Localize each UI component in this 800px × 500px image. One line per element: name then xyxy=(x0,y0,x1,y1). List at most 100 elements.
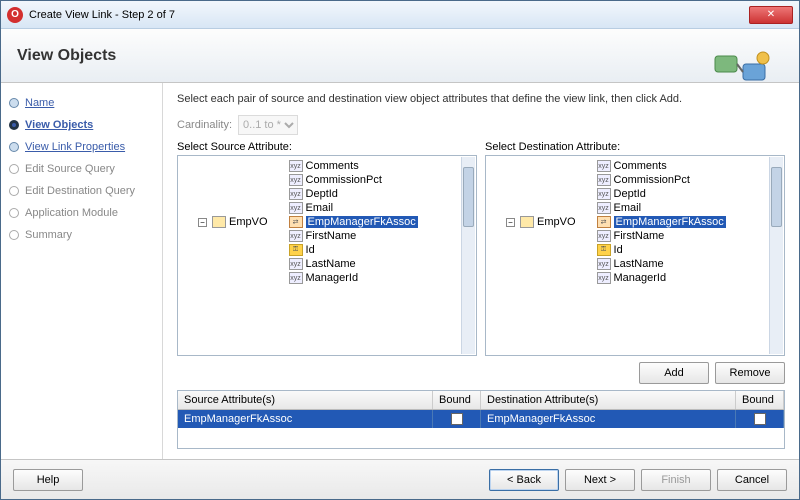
cell-bound-src[interactable] xyxy=(433,410,481,428)
view-object-icon xyxy=(520,216,534,228)
collapse-icon[interactable]: − xyxy=(198,218,207,227)
step-label: Edit Destination Query xyxy=(25,185,135,197)
step-label: Application Module xyxy=(25,207,118,219)
step-dot-icon xyxy=(9,230,19,240)
attribute-icon: xyz xyxy=(289,272,303,284)
cell-dst: EmpManagerFkAssoc xyxy=(481,410,736,428)
cardinality-label: Cardinality: xyxy=(177,119,232,131)
back-button[interactable]: < Back xyxy=(489,469,559,491)
tree-node[interactable]: ⚿Id xyxy=(289,243,418,257)
instructions-text: Select each pair of source and destinati… xyxy=(177,93,785,105)
attribute-icon: xyz xyxy=(597,202,611,214)
tree-node[interactable]: xyzDeptId xyxy=(597,187,726,201)
dest-tree-label: Select Destination Attribute: xyxy=(485,141,785,153)
dest-tree-pane: Select Destination Attribute: −EmpVOxyzC… xyxy=(485,141,785,356)
window-title: Create View Link - Step 2 of 7 xyxy=(29,9,749,21)
step-dot-icon xyxy=(9,208,19,218)
wizard-step-edit-source-query: Edit Source Query xyxy=(7,159,156,179)
table-row[interactable]: EmpManagerFkAssoc EmpManagerFkAssoc xyxy=(178,410,784,428)
attribute-icon: xyz xyxy=(597,272,611,284)
tree-node[interactable]: xyzCommissionPct xyxy=(289,173,418,187)
wizard-main: Select each pair of source and destinati… xyxy=(163,83,799,459)
attribute-icon: xyz xyxy=(289,230,303,242)
wizard-step-application-module: Application Module xyxy=(7,203,156,223)
titlebar[interactable]: O Create View Link - Step 2 of 7 ✕ xyxy=(1,1,799,29)
tree-node-root[interactable]: −EmpVOxyzCommentsxyzCommissionPctxyzDept… xyxy=(506,158,782,286)
cardinality-row: Cardinality: 0..1 to * xyxy=(177,115,785,135)
tree-node[interactable]: xyzLastName xyxy=(597,257,726,271)
step-label: View Link Properties xyxy=(25,141,125,153)
tree-node-root[interactable]: −EmpVOxyzCommentsxyzCommissionPctxyzDept… xyxy=(198,158,474,286)
wizard-step-view-objects[interactable]: View Objects xyxy=(7,115,156,135)
cell-bound-dst[interactable] xyxy=(736,410,784,428)
col-source: Source Attribute(s) xyxy=(178,391,433,409)
tree-node[interactable]: xyzEmail xyxy=(289,201,418,215)
col-bound-src: Bound xyxy=(433,391,481,409)
attribute-icon: xyz xyxy=(597,160,611,172)
tree-node[interactable]: ⚿Id xyxy=(597,243,726,257)
page-title: View Objects xyxy=(17,47,116,65)
step-label: Edit Source Query xyxy=(25,163,115,175)
source-tree-pane: Select Source Attribute: −EmpVOxyzCommen… xyxy=(177,141,477,356)
key-icon: ⚿ xyxy=(289,244,303,256)
source-tree[interactable]: −EmpVOxyzCommentsxyzCommissionPctxyzDept… xyxy=(177,155,477,356)
view-object-icon xyxy=(212,216,226,228)
attribute-icon: xyz xyxy=(597,230,611,242)
checkbox[interactable] xyxy=(754,413,766,425)
tree-node[interactable]: xyzComments xyxy=(597,159,726,173)
scrollbar[interactable] xyxy=(461,157,475,354)
col-dest: Destination Attribute(s) xyxy=(481,391,736,409)
tree-node[interactable]: xyzFirstName xyxy=(289,229,418,243)
tree-node[interactable]: xyzLastName xyxy=(289,257,418,271)
cancel-button[interactable]: Cancel xyxy=(717,469,787,491)
wizard-footer: Help < Back Next > Finish Cancel xyxy=(1,459,799,499)
tree-node[interactable]: xyzManagerId xyxy=(289,271,418,285)
step-dot-icon xyxy=(9,186,19,196)
attributes-table[interactable]: Source Attribute(s) Bound Destination At… xyxy=(177,390,785,449)
add-button[interactable]: Add xyxy=(639,362,709,384)
attribute-icon: xyz xyxy=(289,160,303,172)
tree-node[interactable]: xyzManagerId xyxy=(597,271,726,285)
step-label: View Objects xyxy=(25,119,93,131)
close-button[interactable]: ✕ xyxy=(749,6,793,24)
association-icon: ⇄ xyxy=(289,216,303,228)
step-dot-icon xyxy=(9,142,19,152)
wizard-steps-sidebar: Name View Objects View Link Properties Edit… xyxy=(1,83,163,459)
wizard-header: View Objects xyxy=(1,29,799,83)
source-tree-label: Select Source Attribute: xyxy=(177,141,477,153)
finish-button: Finish xyxy=(641,469,711,491)
cell-src: EmpManagerFkAssoc xyxy=(178,410,433,428)
tree-node[interactable]: xyzFirstName xyxy=(597,229,726,243)
attribute-icon: xyz xyxy=(597,188,611,200)
wizard-step-summary: Summary xyxy=(7,225,156,245)
wizard-step-view-link-properties[interactable]: View Link Properties xyxy=(7,137,156,157)
tree-node[interactable]: xyzCommissionPct xyxy=(597,173,726,187)
association-icon: ⇄ xyxy=(597,216,611,228)
tree-node[interactable]: xyzDeptId xyxy=(289,187,418,201)
step-label: Summary xyxy=(25,229,72,241)
dest-tree[interactable]: −EmpVOxyzCommentsxyzCommissionPctxyzDept… xyxy=(485,155,785,356)
attribute-icon: xyz xyxy=(597,258,611,270)
tree-node[interactable]: xyzComments xyxy=(289,159,418,173)
attribute-icon: xyz xyxy=(597,174,611,186)
step-dot-icon xyxy=(9,164,19,174)
attribute-icon: xyz xyxy=(289,174,303,186)
wizard-step-edit-destination-query: Edit Destination Query xyxy=(7,181,156,201)
key-icon: ⚿ xyxy=(597,244,611,256)
collapse-icon[interactable]: − xyxy=(506,218,515,227)
wizard-window: O Create View Link - Step 2 of 7 ✕ View … xyxy=(0,0,800,500)
step-dot-icon xyxy=(9,120,19,130)
next-button[interactable]: Next > xyxy=(565,469,635,491)
wizard-step-name[interactable]: Name xyxy=(7,93,156,113)
tree-node[interactable]: ⇄EmpManagerFkAssoc xyxy=(597,215,726,229)
step-label: Name xyxy=(25,97,54,109)
app-icon: O xyxy=(7,7,23,23)
attribute-icon: xyz xyxy=(289,202,303,214)
checkbox[interactable] xyxy=(451,413,463,425)
help-button[interactable]: Help xyxy=(13,469,83,491)
scrollbar[interactable] xyxy=(769,157,783,354)
remove-button[interactable]: Remove xyxy=(715,362,785,384)
tree-node[interactable]: ⇄EmpManagerFkAssoc xyxy=(289,215,418,229)
tree-node[interactable]: xyzEmail xyxy=(597,201,726,215)
attribute-icon: xyz xyxy=(289,188,303,200)
